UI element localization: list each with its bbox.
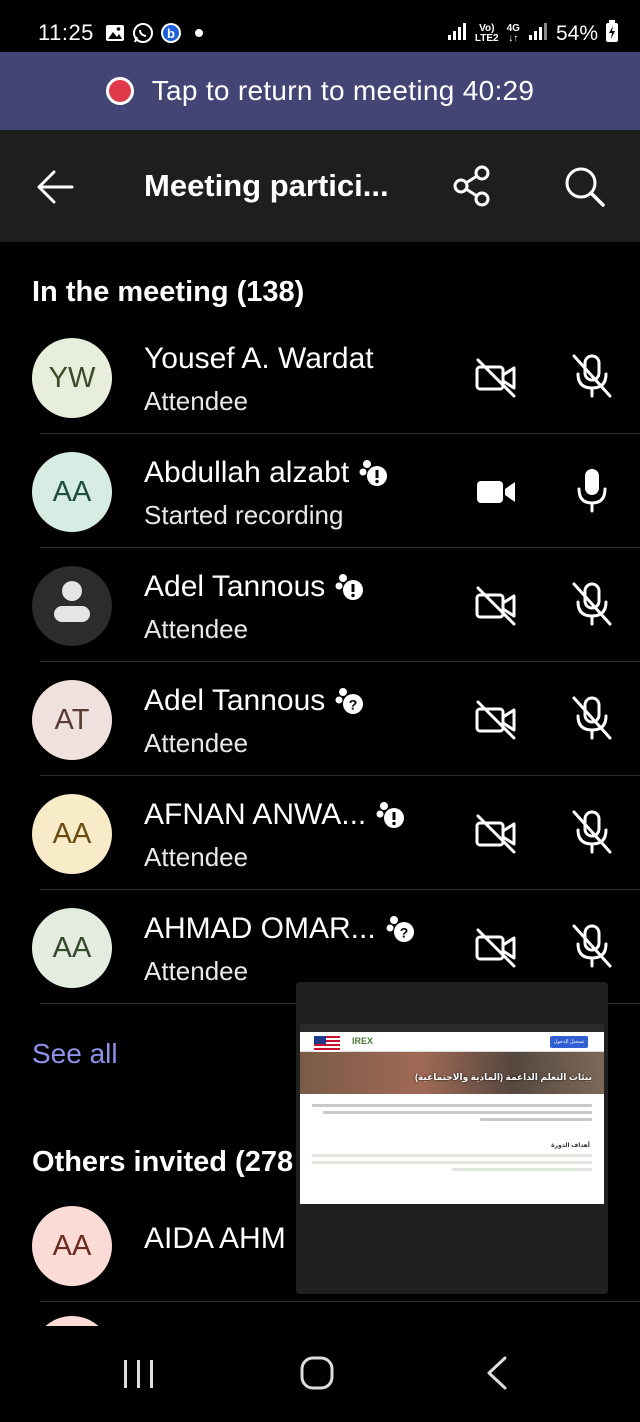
share-icon[interactable] [450,164,494,208]
camera-on-icon [474,470,518,514]
participant-role: Started recording [144,500,344,530]
return-to-meeting-banner[interactable]: Tap to return to meeting 40:29 [0,52,640,130]
return-to-meeting-text: Tap to return to meeting 40:29 [151,75,535,106]
participant-row[interactable]: AT Adel Tannous ? Attendee [0,662,640,776]
mic-off-icon[interactable] [570,580,614,628]
participant-role: Attendee [144,614,249,644]
external-attendee-icon [335,572,365,602]
mic-off-icon[interactable] [570,808,614,856]
course-goals-heading: أهداف الدورة [551,1143,590,1149]
mic-off-icon[interactable] [570,922,614,970]
search-icon[interactable] [562,164,606,208]
back-arrow-icon[interactable] [34,166,76,208]
us-flag-icon [314,1036,340,1052]
app-header: Meeting partici... [0,130,640,242]
divider [40,1301,640,1302]
system-nav-bar [0,1326,640,1422]
see-all-link[interactable]: See all [32,1038,118,1070]
svg-text:b: b [167,26,175,41]
in-meeting-heading: In the meeting (138) [32,276,305,308]
avatar: AA [32,1206,112,1286]
others-invited-heading: Others invited (278 [32,1146,294,1178]
recent-apps-icon[interactable] [122,1358,156,1390]
irex-logo: IREX [352,1036,374,1046]
volte-label: Vo) LTE2 [474,23,499,44]
participant-role: Attendee [144,956,249,986]
camera-off-icon [474,926,518,970]
camera-off-icon [474,584,518,628]
status-system-icons: Vo) LTE2 4G ↓↑ 54% [447,20,618,48]
participant-name: Adel Tannous [144,570,326,603]
avatar: AT [32,680,112,760]
mic-off-icon[interactable] [570,352,614,400]
login-button: تسجيل الدخول [550,1036,588,1048]
participant-role: Attendee [144,728,249,758]
b-app-icon: b [160,22,182,44]
browser-tabbar [300,1024,604,1032]
avatar: AA [32,794,112,874]
goals-list [312,1154,592,1175]
participant-name: AHMAD OMAR... [144,912,376,945]
svg-text:?: ? [399,925,408,941]
participant-row[interactable]: Adel Tannous Attendee [0,548,640,662]
participant-row[interactable]: AA AFNAN ANWA... Attendee [0,776,640,890]
whatsapp-icon [132,22,154,44]
participant-name: Abdullah alzabt [144,456,350,489]
unverified-attendee-icon: ? [386,914,416,944]
signal-icon-2 [528,21,548,47]
participant-name: AIDA AHM [144,1222,286,1255]
page-title: Meeting partici... [144,168,389,203]
external-attendee-icon [376,800,406,830]
participant-name: Yousef A. Wardat [144,342,374,375]
network-type-label: 4G ↓↑ [506,23,520,44]
recording-indicator-icon [105,77,134,105]
camera-off-icon [474,356,518,400]
gallery-icon [104,22,126,44]
avatar: AA [32,452,112,532]
nav-back-icon[interactable] [484,1356,510,1390]
avatar: YW [32,338,112,418]
external-attendee-icon [359,458,389,488]
avatar-partial [32,1316,112,1326]
svg-text:?: ? [349,697,358,713]
mic-on-icon[interactable] [570,466,614,514]
participant-name: Adel Tannous [144,684,326,717]
home-icon[interactable] [300,1356,334,1390]
participant-role: Attendee [144,842,249,872]
camera-off-icon [474,698,518,742]
participant-role: Attendee [144,386,249,416]
body-text-lines [312,1104,592,1125]
signal-icon [447,21,467,47]
status-bar: 11:25 b Vo) LTE2 4G ↓↑ 54% [0,0,640,52]
participant-row[interactable]: YW Yousef A. Wardat Attendee [0,320,640,434]
status-time: 11:25 [38,20,94,45]
status-notification-icons: b [104,22,210,44]
mic-off-icon[interactable] [570,694,614,742]
shared-screen-content: IREX تسجيل الدخول بيئات التعلم الداعمة (… [300,1024,604,1204]
participant-row[interactable]: AA Abdullah alzabt Started recording [0,434,640,548]
avatar: AA [32,908,112,988]
unverified-attendee-icon: ? [335,686,365,716]
battery-charging-icon [606,20,618,48]
person-icon [52,578,92,634]
battery-percent: 54% [555,22,598,45]
avatar [32,566,112,646]
hero-title: بيئات التعلم الداعمة (المادية والاجتماعي… [414,1072,592,1082]
shared-screen-preview[interactable]: IREX تسجيل الدخول بيئات التعلم الداعمة (… [296,982,608,1294]
camera-off-icon [474,812,518,856]
dot-icon [188,22,210,44]
participant-name: AFNAN ANWA... [144,798,367,831]
